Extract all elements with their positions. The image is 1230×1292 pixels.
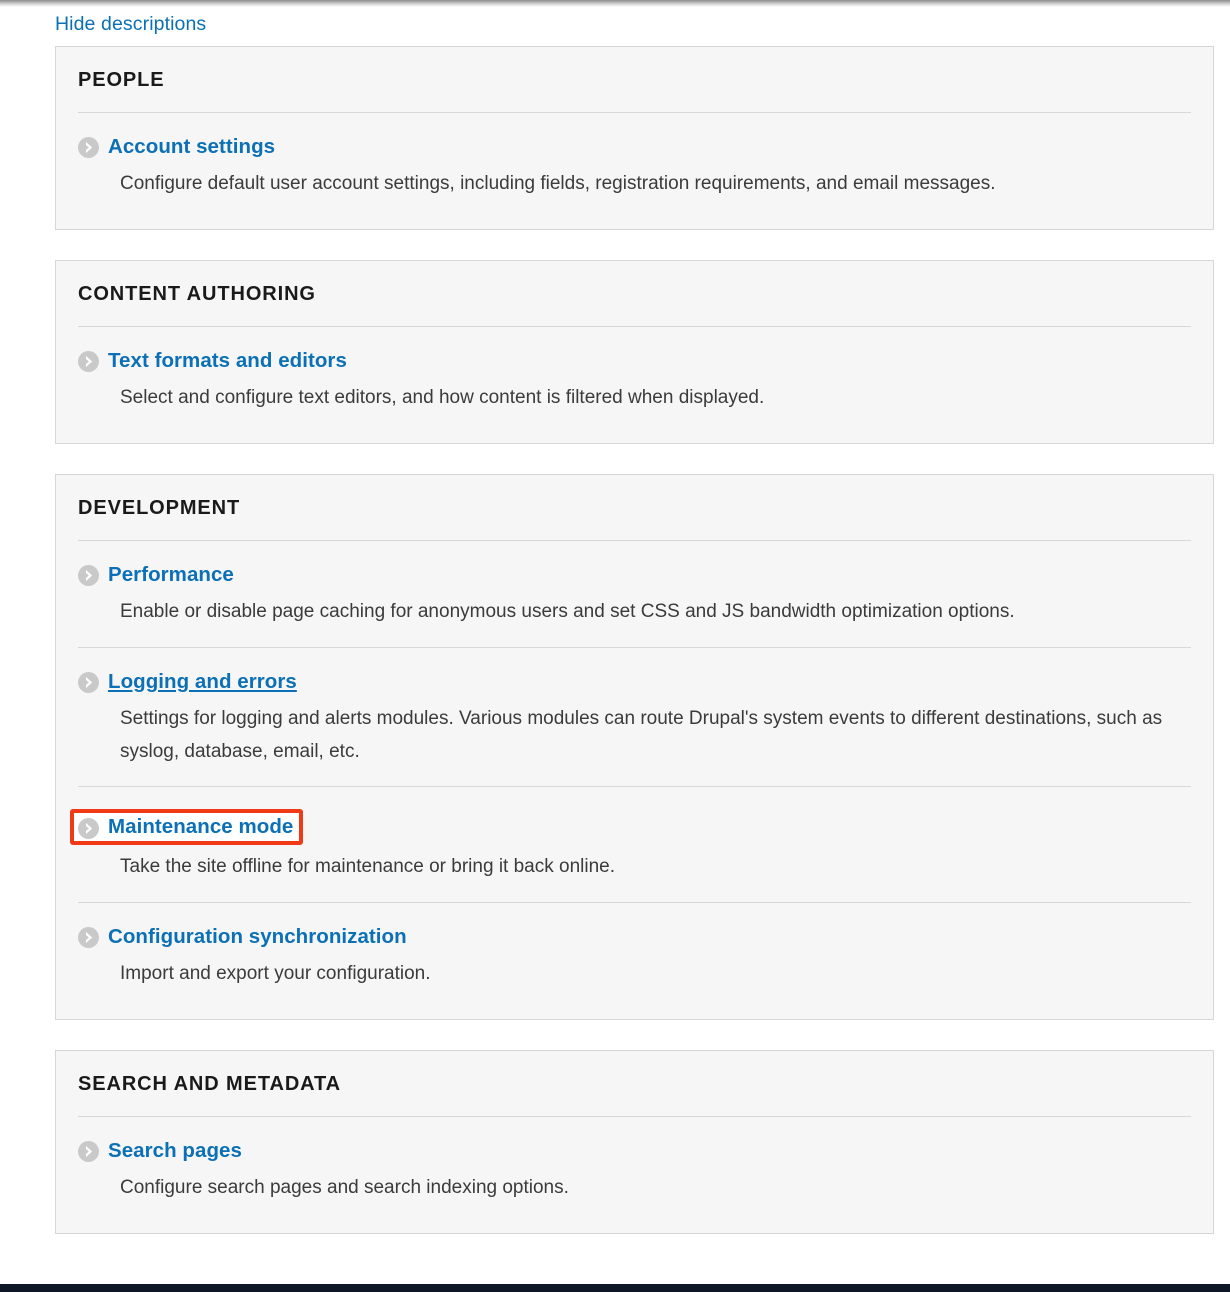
config-item-header[interactable]: Search pages <box>78 1139 242 1163</box>
config-section: PEOPLE Account settings Configure default… <box>55 46 1214 230</box>
chevron-right-circle-icon <box>78 1141 99 1162</box>
config-item-header[interactable]: Logging and errors <box>78 670 297 694</box>
configuration-sections: PEOPLE Account settings Configure default… <box>0 46 1230 1234</box>
config-item-header[interactable]: Performance <box>78 563 234 587</box>
config-item: Search pages Configure search pages and s… <box>78 1117 1191 1209</box>
config-item-link[interactable]: Text formats and editors <box>108 349 347 373</box>
config-item-description: Configure default user account settings,… <box>78 162 1168 201</box>
section-title: CONTENT AUTHORING <box>78 261 1191 327</box>
section-title: SEARCH AND METADATA <box>78 1051 1191 1117</box>
config-item-description: Settings for logging and alerts modules.… <box>78 697 1168 768</box>
config-item-link[interactable]: Logging and errors <box>108 670 297 694</box>
config-item: Logging and errors Settings for logging a… <box>78 648 1191 788</box>
config-item-description: Select and configure text editors, and h… <box>78 376 1168 415</box>
chevron-right-circle-icon <box>78 818 99 839</box>
section-title: PEOPLE <box>78 47 1191 113</box>
hide-descriptions-row: Hide descriptions <box>0 7 1230 46</box>
top-shadow-strip <box>0 0 1230 7</box>
config-section: CONTENT AUTHORING Text formats and edito… <box>55 260 1214 444</box>
bottom-chrome-bar <box>0 1284 1230 1292</box>
config-item-description: Enable or disable page caching for anony… <box>78 590 1168 629</box>
config-item-link[interactable]: Search pages <box>108 1139 242 1163</box>
section-title: DEVELOPMENT <box>78 475 1191 541</box>
config-item-description: Take the site offline for maintenance or… <box>78 845 1168 884</box>
config-item: Text formats and editors Select and confi… <box>78 327 1191 419</box>
config-item-link[interactable]: Maintenance mode <box>108 815 293 839</box>
config-item-link[interactable]: Configuration synchronization <box>108 925 407 949</box>
config-item-header[interactable]: Account settings <box>78 135 275 159</box>
config-item-header[interactable]: Text formats and editors <box>78 349 347 373</box>
chevron-right-circle-icon <box>78 137 99 158</box>
config-item-link[interactable]: Account settings <box>108 135 275 159</box>
page-content: Hide descriptions PEOPLE Account setting… <box>0 7 1230 1264</box>
config-page: Hide descriptions PEOPLE Account setting… <box>0 0 1230 1292</box>
config-item: Account settings Configure default user a… <box>78 113 1191 205</box>
chevron-right-circle-icon <box>78 927 99 948</box>
config-section: DEVELOPMENT Performance Enable or disable… <box>55 474 1214 1020</box>
config-item: Performance Enable or disable page cachin… <box>78 541 1191 648</box>
config-item-header[interactable]: Maintenance mode <box>70 809 303 845</box>
config-section: SEARCH AND METADATA Search pages Configur… <box>55 1050 1214 1234</box>
config-item-description: Import and export your configuration. <box>78 952 1168 991</box>
config-item: Maintenance mode Take the site offline fo… <box>78 787 1191 902</box>
config-item-description: Configure search pages and search indexi… <box>78 1166 1168 1205</box>
hide-descriptions-link[interactable]: Hide descriptions <box>55 13 206 35</box>
chevron-right-circle-icon <box>78 565 99 586</box>
config-item-link[interactable]: Performance <box>108 563 234 587</box>
chevron-right-circle-icon <box>78 672 99 693</box>
config-item: Configuration synchronization Import and … <box>78 903 1191 995</box>
chevron-right-circle-icon <box>78 351 99 372</box>
config-item-header[interactable]: Configuration synchronization <box>78 925 407 949</box>
